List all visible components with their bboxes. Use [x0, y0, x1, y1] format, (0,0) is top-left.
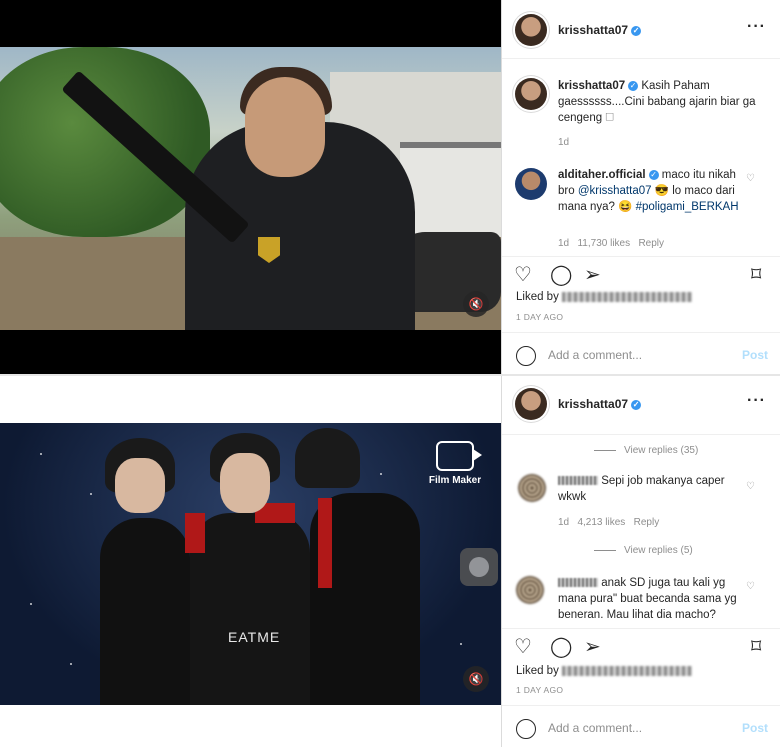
post-2: EATME Film Maker 🔇 krisshatta07 ✓ ··· Vie…	[0, 376, 780, 747]
video-camera-icon	[436, 441, 482, 471]
post-comment-button[interactable]: Post	[742, 721, 768, 735]
verified-badge-icon: ✓	[631, 25, 642, 36]
add-comment-input[interactable]: Add a comment...	[548, 721, 642, 735]
post-1-video[interactable]: 🔇	[0, 0, 501, 374]
post-1: 🔇 krisshatta07 ✓ ··· krisshatta07 ✓ Kasih …	[0, 0, 780, 374]
save-bookmark-icon[interactable]: ⌑	[751, 637, 761, 657]
verified-badge-icon: ✓	[631, 399, 642, 410]
caption-username[interactable]: krisshatta07	[558, 80, 625, 92]
caption-avatar[interactable]	[515, 78, 547, 110]
post-1-panel: krisshatta07 ✓ ··· krisshatta07 ✓ Kasih Pa…	[501, 0, 780, 374]
emoji-smile-icon[interactable]	[516, 346, 536, 366]
liked-by[interactable]: Liked by	[516, 665, 693, 677]
post-2-video[interactable]: EATME Film Maker 🔇	[0, 376, 501, 747]
save-bookmark-icon[interactable]: ⌑	[751, 265, 761, 285]
comment-like-heart-icon[interactable]: ♡	[746, 173, 755, 184]
avatar[interactable]	[515, 14, 547, 46]
view-replies-link[interactable]: View replies (5)	[594, 545, 693, 556]
comment-meta: 1d 11,730 likes Reply	[558, 238, 665, 249]
reply-button[interactable]: Reply	[634, 517, 660, 528]
mute-icon[interactable]: 🔇	[463, 666, 489, 692]
post-actions: ♡ ◯ ➢ ⌑	[502, 256, 780, 296]
view-replies-link[interactable]: View replies (35)	[594, 445, 698, 456]
comment-like-heart-icon[interactable]: ♡	[746, 581, 755, 592]
like-heart-icon[interactable]: ♡	[514, 637, 532, 657]
shirt-text: EATME	[228, 629, 281, 645]
post-header: krisshatta07 ✓ ···	[502, 376, 780, 435]
emoji-smile-icon[interactable]	[516, 719, 536, 739]
liked-by[interactable]: Liked by	[516, 291, 693, 303]
like-heart-icon[interactable]: ♡	[514, 265, 532, 285]
add-comment-bar: Add a comment... Post	[502, 705, 780, 747]
posted-ago: 1 DAY AGO	[516, 312, 564, 322]
share-paper-plane-icon[interactable]: ➢	[584, 265, 601, 285]
commenter-avatar[interactable]	[515, 168, 547, 200]
comment: anak SD juga tau kali yg mana pura" buat…	[558, 577, 737, 621]
reply-button[interactable]: Reply	[638, 238, 664, 249]
more-options-icon[interactable]: ···	[747, 392, 766, 410]
post-comment-button[interactable]: Post	[742, 348, 768, 362]
video-frame-soldier	[0, 47, 501, 330]
blurred-names	[562, 665, 693, 676]
commenter-avatar[interactable]	[518, 474, 546, 502]
film-maker-watermark: Film Maker	[420, 441, 490, 486]
comment-likes[interactable]: 11,730 likes	[577, 238, 630, 249]
hashtag-link[interactable]: #poligami_BERKAH	[636, 201, 739, 213]
floating-assist-button-icon[interactable]	[460, 548, 498, 586]
blurred-names	[562, 291, 693, 302]
caption: krisshatta07 ✓ Kasih Paham gaessssss....C…	[558, 78, 763, 126]
verified-badge-icon: ✓	[628, 80, 639, 91]
comment: Sepi job makanya caper wkwk	[558, 475, 725, 503]
commenter-avatar[interactable]	[516, 576, 544, 604]
post-header: krisshatta07 ✓ ···	[502, 0, 780, 59]
add-comment-input[interactable]: Add a comment...	[548, 348, 642, 362]
video-frame-stage: EATME Film Maker	[0, 423, 501, 705]
share-paper-plane-icon[interactable]: ➢	[584, 637, 601, 657]
verified-badge-icon: ✓	[648, 169, 659, 180]
mention-link[interactable]: @krisshatta07	[578, 185, 652, 197]
comment-like-heart-icon[interactable]: ♡	[746, 481, 755, 492]
comment-bubble-icon[interactable]: ◯	[550, 265, 572, 285]
avatar[interactable]	[515, 388, 547, 420]
blurred-username[interactable]	[558, 578, 598, 588]
comment-username[interactable]: alditaher.official	[558, 169, 646, 181]
posted-ago: 1 DAY AGO	[516, 685, 564, 695]
post-actions: ♡ ◯ ➢ ⌑	[502, 628, 780, 668]
add-comment-bar: Add a comment... Post	[502, 332, 780, 378]
username-link[interactable]: krisshatta07 ✓	[558, 23, 642, 37]
more-options-icon[interactable]: ···	[747, 18, 766, 36]
comment: alditaher.official ✓ maco itu nikah bro @…	[558, 169, 739, 213]
username-link[interactable]: krisshatta07 ✓	[558, 397, 642, 411]
mute-icon[interactable]: 🔇	[463, 291, 489, 317]
blurred-username[interactable]	[558, 476, 598, 486]
comment-likes[interactable]: 4,213 likes	[577, 517, 625, 528]
comment-meta: 1d 4,213 likes Reply	[558, 517, 660, 528]
comment-bubble-icon[interactable]: ◯	[550, 637, 572, 657]
post-2-panel: krisshatta07 ✓ ··· View replies (35) Sepi…	[501, 376, 780, 747]
caption-age: 1d	[558, 137, 570, 148]
